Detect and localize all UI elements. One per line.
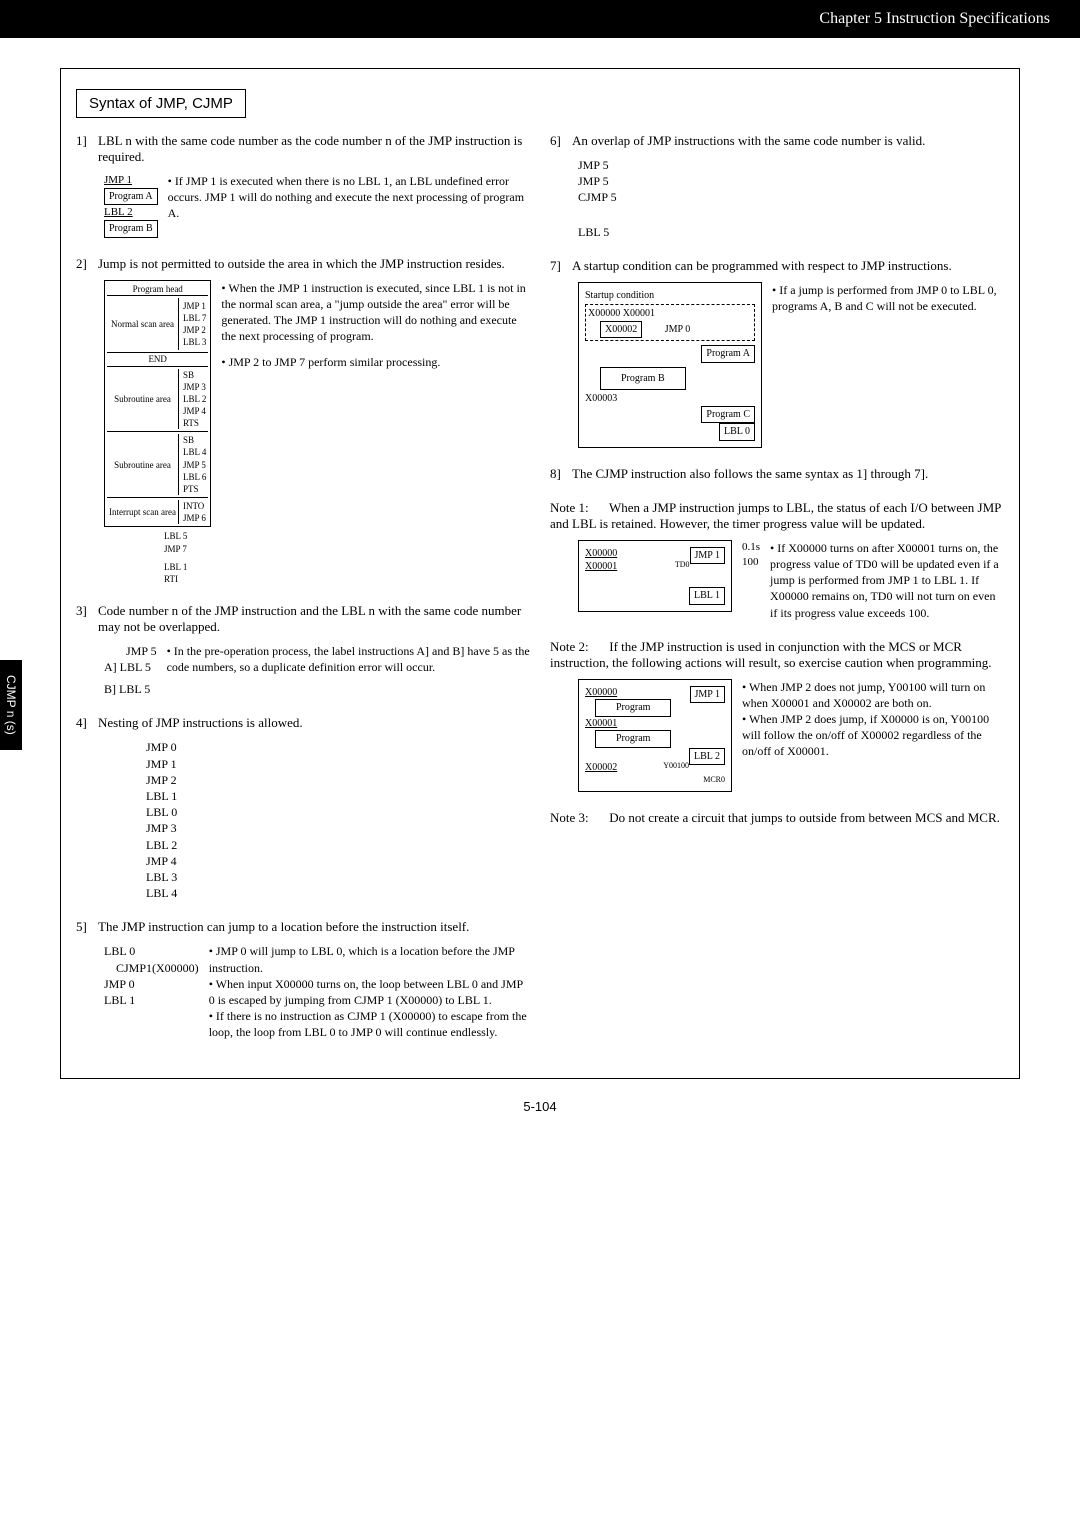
diagram-4: JMP 0 JMP 1 JMP 2 LBL 1 LBL 0 JMP 3 LBL … <box>146 739 530 901</box>
left-column: 1] LBL n with the same code number as th… <box>76 133 530 1058</box>
side-tab: CJMP n (s) <box>0 660 22 750</box>
chapter-title: Chapter 5 Instruction Specifications <box>819 10 1050 27</box>
item-1: 1] LBL n with the same code number as th… <box>76 133 530 238</box>
note-3: Note 3: Do not create a circuit that jum… <box>550 810 1004 826</box>
item-6: 6] An overlap of JMP instructions with t… <box>550 133 1004 240</box>
right-column: 6] An overlap of JMP instructions with t… <box>550 133 1004 1058</box>
item-5: 5] The JMP instruction can jump to a loc… <box>76 919 530 1040</box>
item-4: 4] Nesting of JMP instructions is allowe… <box>76 715 530 901</box>
chapter-header: Chapter 5 Instruction Specifications <box>0 0 1080 38</box>
diagram-6: JMP 5 JMP 5 CJMP 5 LBL 5 <box>578 157 1004 240</box>
diagram-note1: X00000 JMP 1 X00001 TD0 LBL 1 <box>578 540 732 612</box>
note-2: Note 2: If the JMP instruction is used i… <box>550 639 1004 793</box>
page-body: Syntax of JMP, CJMP 1] LBL n with the sa… <box>60 68 1020 1079</box>
item-8: 8] The CJMP instruction also follows the… <box>550 466 1004 482</box>
diagram-3: JMP 5 A] LBL 5 B] LBL 5 <box>104 643 157 698</box>
item-7: 7] A startup condition can be programmed… <box>550 258 1004 448</box>
diagram-5: LBL 0 CJMP1(X00000) JMP 0 LBL 1 <box>104 943 199 1008</box>
note-1: Note 1: When a JMP instruction jumps to … <box>550 500 1004 621</box>
page-number: 5-104 <box>0 1099 1080 1114</box>
item-3: 3] Code number n of the JMP instruction … <box>76 603 530 698</box>
diagram-note2: X00000 JMP 1 Program X00001 Program LBL … <box>578 679 732 793</box>
diagram-7: Startup condition X00000 X00001 X00002 J… <box>578 282 762 448</box>
diagram-2: Program head Normal scan areaJMP 1 LBL 7… <box>104 280 211 585</box>
syntax-title-box: Syntax of JMP, CJMP <box>76 89 246 118</box>
diagram-1: JMP 1 Program A LBL 2 Program B <box>104 173 158 238</box>
item-2: 2] Jump is not permitted to outside the … <box>76 256 530 585</box>
